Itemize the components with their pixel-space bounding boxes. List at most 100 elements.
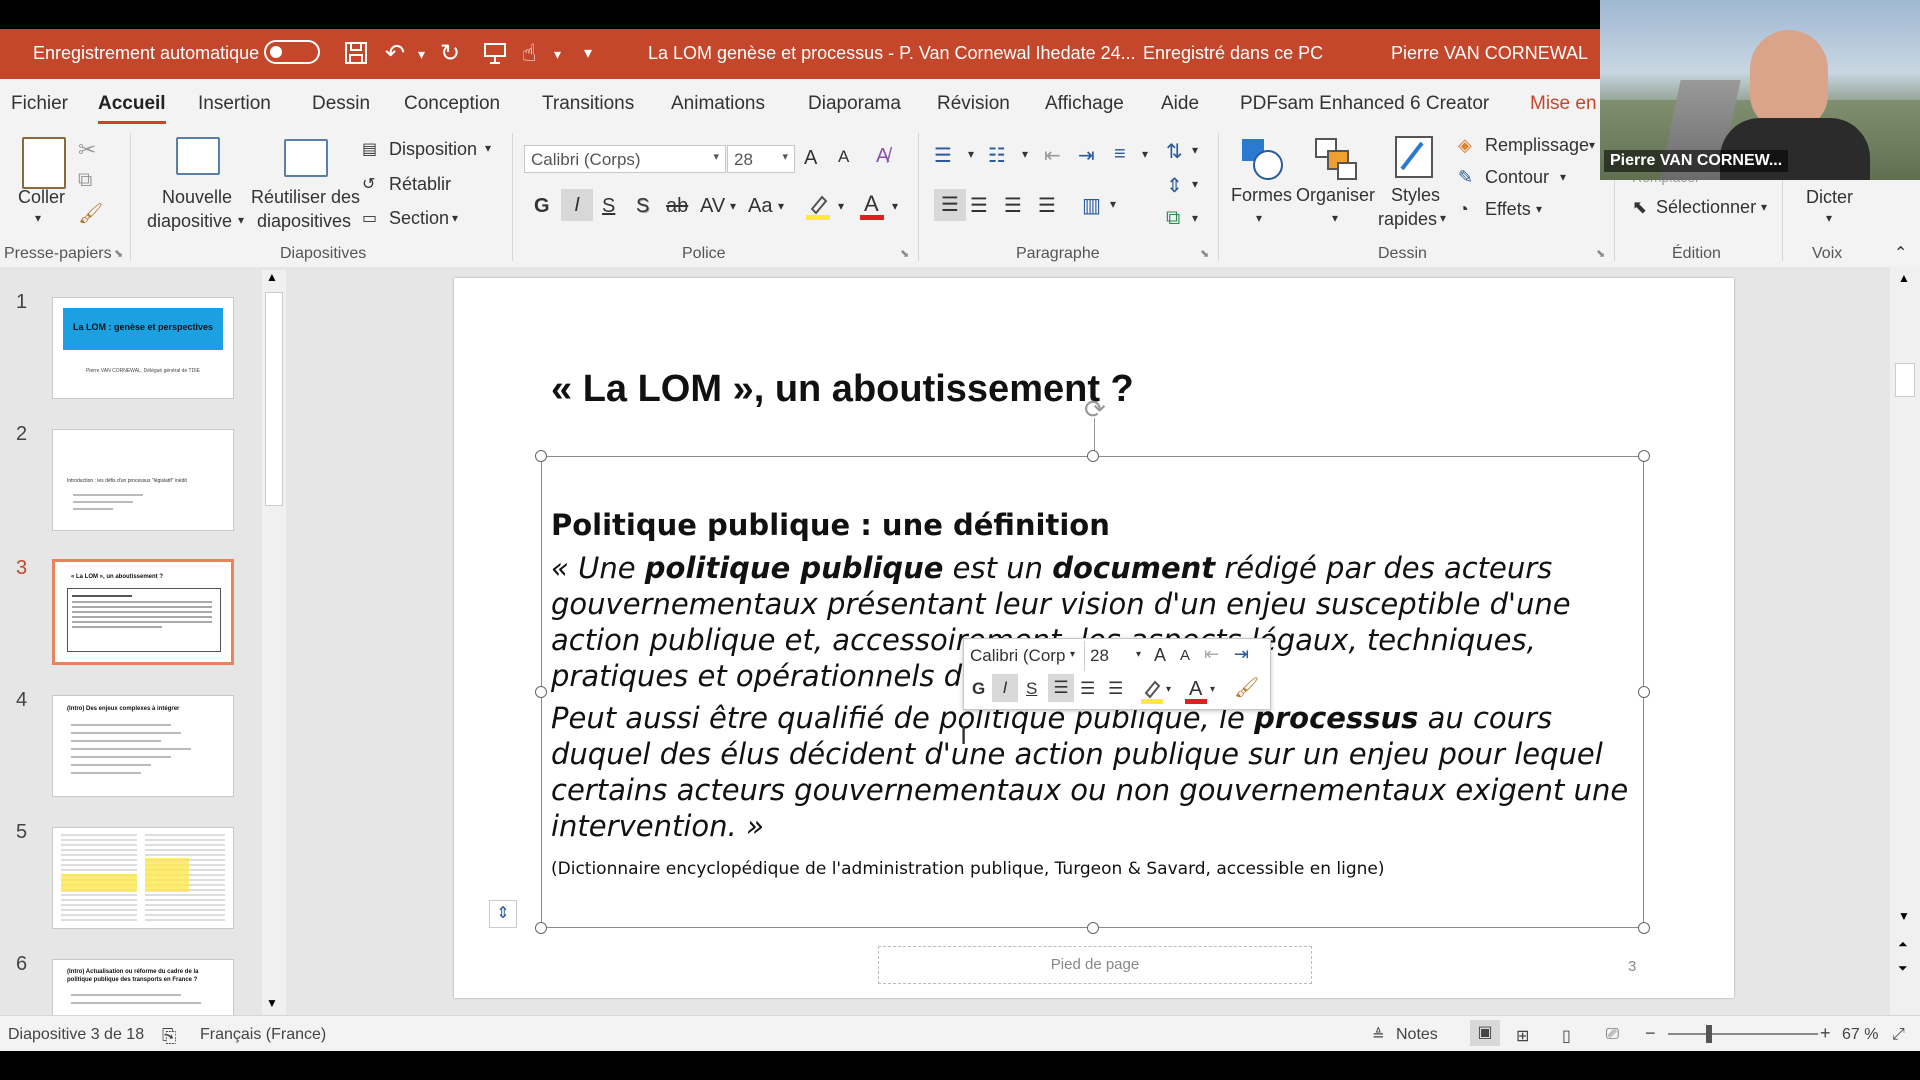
shrink-font-button[interactable]: A <box>838 147 849 167</box>
shadow-button[interactable]: S <box>636 195 649 218</box>
format-painter-icon[interactable]: 🖌 <box>78 201 103 226</box>
resize-handle-br[interactable] <box>1638 922 1650 934</box>
underline-button[interactable]: S <box>602 195 615 218</box>
mini-highlight-dropdown-icon[interactable]: ▾ <box>1166 684 1171 695</box>
user-name[interactable]: Pierre VAN CORNEWAL <box>1391 43 1588 64</box>
shape-fill-dropdown-icon[interactable]: ▾ <box>1589 138 1595 152</box>
slide-scrollbar[interactable]: ▲ ▼ ⏶ ⏷ <box>1890 267 1920 1015</box>
normal-view-icon[interactable]: ▣ <box>1470 1020 1500 1046</box>
slide-sorter-icon[interactable]: ⊞ <box>1516 1026 1529 1046</box>
columns-icon[interactable]: ▥ <box>1082 193 1101 218</box>
mini-decrease-indent-icon[interactable]: ⇤ <box>1204 644 1219 665</box>
mini-format-painter-icon[interactable]: 🖌 <box>1234 675 1259 700</box>
change-case-dropdown-icon[interactable]: ▾ <box>778 199 784 213</box>
mini-underline-icon[interactable]: S <box>1026 679 1037 699</box>
slide-title[interactable]: « La LOM », un aboutissement ? <box>551 368 1134 411</box>
zoom-out-icon[interactable]: − <box>1645 1023 1656 1044</box>
mini-font-size-dropdown-icon[interactable]: ▾ <box>1136 649 1141 660</box>
numbering-dropdown-icon[interactable]: ▾ <box>1022 147 1028 161</box>
quick-styles-icon[interactable] <box>1392 133 1436 183</box>
mini-font-name-dropdown-icon[interactable]: ▾ <box>1070 649 1075 660</box>
mini-align-right-icon[interactable]: ☰ <box>1108 679 1123 699</box>
touch-mode-icon[interactable]: ☝ <box>522 40 537 68</box>
bullets-dropdown-icon[interactable]: ▾ <box>968 147 974 161</box>
mini-align-left-icon[interactable]: ☰ <box>1048 674 1074 702</box>
tab-accueil[interactable]: Accueil <box>98 93 166 124</box>
strikethrough-icon[interactable]: ab <box>666 195 688 218</box>
dictate-dropdown-icon[interactable]: ▾ <box>1826 211 1832 225</box>
highlight-dropdown-icon[interactable]: ▾ <box>838 199 844 213</box>
paste-icon[interactable] <box>22 137 66 189</box>
tab-animations[interactable]: Animations <box>671 93 765 115</box>
reuse-slides-icon[interactable] <box>284 139 328 177</box>
layout-button[interactable]: Disposition <box>389 139 477 160</box>
quick-styles-label-1[interactable]: Styles <box>1391 185 1440 206</box>
new-slide-label-2[interactable]: diapositive <box>147 211 232 232</box>
resize-handle-b[interactable] <box>1087 922 1099 934</box>
tab-fichier[interactable]: Fichier <box>11 93 68 115</box>
char-spacing-button[interactable]: AV <box>700 195 725 218</box>
align-right-icon[interactable]: ☰ <box>1004 193 1022 218</box>
tab-revision[interactable]: Révision <box>937 93 1010 115</box>
new-slide-icon[interactable] <box>176 137 220 175</box>
increase-indent-icon[interactable]: ⇥ <box>1078 143 1095 168</box>
columns-dropdown-icon[interactable]: ▾ <box>1110 197 1116 211</box>
reuse-slides-label-1[interactable]: Réutiliser des <box>251 187 360 208</box>
tab-insertion[interactable]: Insertion <box>198 93 271 115</box>
arrange-dropdown-icon[interactable]: ▾ <box>1332 211 1338 225</box>
decrease-indent-icon[interactable]: ⇤ <box>1044 143 1061 168</box>
layout-icon[interactable]: ▤ <box>362 139 377 159</box>
reset-icon[interactable]: ↺ <box>362 174 375 194</box>
customize-toolbar-icon[interactable]: ▾ <box>584 40 592 68</box>
shape-effects-dropdown-icon[interactable]: ▾ <box>1536 202 1542 216</box>
arrange-button[interactable]: Organiser <box>1296 185 1375 206</box>
thumbnail-slide-4[interactable]: (Intro) Des enjeux complexes à intégrer <box>52 695 234 797</box>
notes-button[interactable]: Notes <box>1396 1026 1438 1044</box>
tab-dessin[interactable]: Dessin <box>312 93 370 115</box>
mini-highlight-icon[interactable] <box>1140 677 1164 705</box>
presentation-icon[interactable] <box>482 40 508 73</box>
dictate-button[interactable]: Dicter <box>1806 187 1853 208</box>
new-slide-dropdown-icon[interactable]: ▾ <box>238 213 244 227</box>
line-spacing-icon[interactable]: ≡ <box>1114 143 1126 166</box>
thumbnail-slide-5[interactable] <box>52 827 234 929</box>
mini-align-center-icon[interactable]: ☰ <box>1080 679 1095 699</box>
font-size-dropdown-icon[interactable]: ▾ <box>782 150 788 163</box>
paste-dropdown-icon[interactable]: ▾ <box>35 211 41 225</box>
collapse-ribbon-icon[interactable]: ⌃ <box>1894 243 1907 263</box>
arrange-icon[interactable] <box>1312 135 1360 183</box>
thumbnail-slide-6[interactable]: (Intro) Actualisation ou réforme du cadr… <box>52 959 234 1015</box>
notes-icon[interactable]: ≜ <box>1372 1026 1385 1044</box>
shape-fill-icon[interactable]: ◈ <box>1458 135 1472 156</box>
shapes-icon[interactable] <box>1238 135 1286 183</box>
mini-font-color-dropdown-icon[interactable]: ▾ <box>1210 684 1215 695</box>
language[interactable]: Français (France) <box>200 1026 326 1044</box>
font-launcher-icon[interactable]: ⬊ <box>900 247 909 260</box>
font-size-combo[interactable]: 28 ▾ <box>727 145 795 173</box>
mini-italic-icon[interactable]: I <box>992 674 1018 702</box>
align-text-dropdown-icon[interactable]: ▾ <box>1192 177 1198 191</box>
numbering-icon[interactable]: ☷ <box>988 143 1006 168</box>
slide-scroll-down-icon[interactable]: ▼ <box>1898 909 1910 923</box>
quick-styles-dropdown-icon[interactable]: ▾ <box>1440 211 1446 225</box>
slide-scroll-thumb[interactable] <box>1895 363 1915 397</box>
tab-transitions[interactable]: Transitions <box>542 93 634 115</box>
previous-slide-icon[interactable]: ⏶ <box>1898 937 1908 952</box>
zoom-in-icon[interactable]: + <box>1820 1023 1831 1044</box>
text-direction-icon[interactable]: ⇅ <box>1166 139 1183 164</box>
select-icon[interactable]: ⬉ <box>1632 197 1647 218</box>
shape-outline-dropdown-icon[interactable]: ▾ <box>1560 170 1566 184</box>
resize-handle-tr[interactable] <box>1638 450 1650 462</box>
thumbnail-slide-3[interactable]: « La LOM », un aboutissement ? <box>52 559 234 665</box>
undo-icon[interactable]: ↶ <box>385 40 405 68</box>
footer-placeholder[interactable]: Pied de page <box>878 946 1312 984</box>
slide-scroll-up-icon[interactable]: ▲ <box>1898 271 1910 285</box>
smartart-icon[interactable]: ⧉ <box>1166 207 1180 230</box>
bullets-icon[interactable]: ☰ <box>934 143 952 168</box>
autosave-toggle[interactable] <box>264 40 320 64</box>
layout-dropdown-icon[interactable]: ▾ <box>485 141 491 155</box>
zoom-slider-track[interactable] <box>1668 1033 1818 1035</box>
tab-mise-en[interactable]: Mise en <box>1530 93 1597 115</box>
shapes-dropdown-icon[interactable]: ▾ <box>1256 211 1262 225</box>
tab-diaporama[interactable]: Diaporama <box>808 93 901 115</box>
